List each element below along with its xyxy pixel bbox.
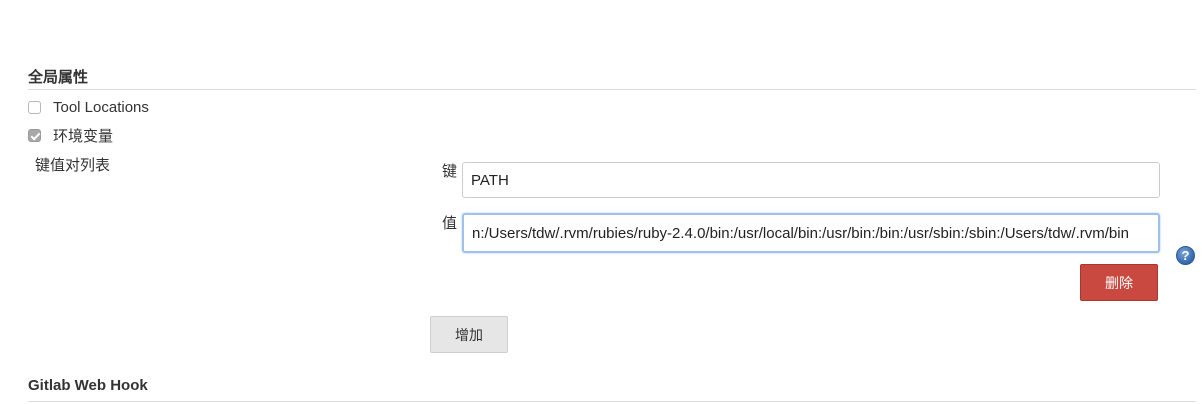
tool-locations-label: Tool Locations	[53, 99, 149, 116]
global-properties-title: 全局属性	[28, 69, 89, 86]
gitlab-section-title: Gitlab Web Hook	[28, 377, 148, 394]
key-label: 键	[442, 163, 458, 180]
section-divider	[28, 401, 1196, 402]
kv-list-label: 键值对列表	[35, 157, 111, 174]
tool-locations-checkbox[interactable]	[28, 101, 41, 114]
key-input[interactable]	[462, 162, 1160, 198]
env-vars-label: 环境变量	[53, 128, 114, 145]
env-vars-checkbox[interactable]	[28, 129, 41, 142]
env-vars-option[interactable]: 环境变量	[28, 125, 113, 146]
value-input[interactable]	[462, 213, 1160, 253]
help-icon[interactable]: ?	[1176, 246, 1195, 265]
add-button[interactable]: 增加	[430, 316, 508, 353]
tool-locations-option[interactable]: Tool Locations	[28, 99, 149, 116]
jenkins-config-page: 全局属性 Tool Locations 环境变量 键值对列表 键 值 ? 删除 …	[0, 0, 1202, 404]
value-label: 值	[442, 215, 458, 232]
section-divider	[28, 89, 1196, 90]
delete-button[interactable]: 删除	[1080, 264, 1158, 301]
